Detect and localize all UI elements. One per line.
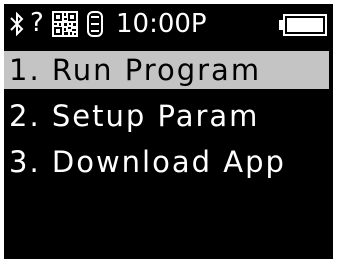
- device-screen: ? 10:00P 1. Run Program 2. Setup Param 3…: [4, 4, 333, 259]
- menu-item-download-app[interactable]: 3. Download App: [4, 143, 333, 181]
- scanner-icon: [87, 11, 103, 37]
- menu-item-label: 2. Setup Param: [9, 99, 260, 133]
- main-menu: 1. Run Program 2. Setup Param 3. Downloa…: [4, 51, 333, 189]
- qr-code-icon: [52, 11, 78, 37]
- menu-item-label: 3. Download App: [9, 145, 286, 179]
- battery-full-icon: [279, 14, 327, 36]
- menu-item-run-program[interactable]: 1. Run Program: [4, 51, 329, 89]
- status-clock: 10:00P: [116, 9, 207, 39]
- menu-item-label: 1. Run Program: [9, 53, 262, 87]
- bluetooth-icon: [10, 12, 24, 36]
- status-bar: ? 10:00P: [4, 4, 333, 44]
- menu-item-setup-param[interactable]: 2. Setup Param: [4, 97, 333, 135]
- signal-status-text: ?: [30, 8, 44, 38]
